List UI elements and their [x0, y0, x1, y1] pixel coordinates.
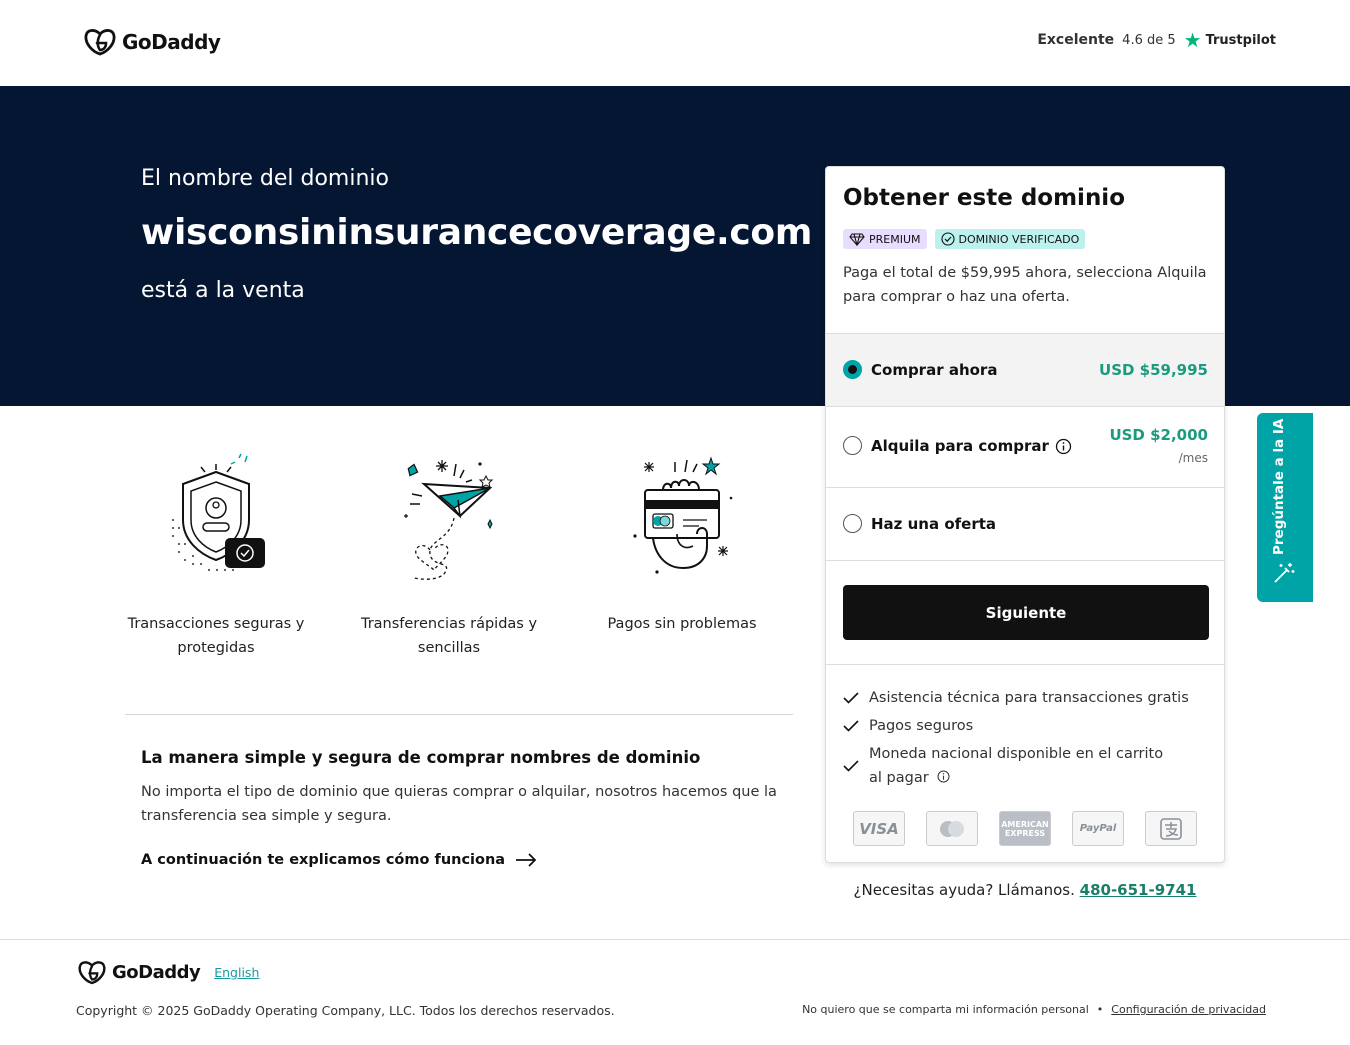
benefit-item: Pagos seguros	[843, 714, 973, 738]
radio-buy-now[interactable]	[843, 360, 862, 379]
hero-intro: El nombre del dominio	[141, 166, 389, 191]
ask-ai-tab[interactable]: Pregúntale a la IA	[1257, 413, 1313, 602]
option-make-offer[interactable]: Haz una oferta	[826, 487, 1224, 560]
option-rent-to-own[interactable]: Alquila para comprar USD $2,000 /mes	[826, 406, 1224, 487]
payment-methods: VISA AMERICAN EXPRESS PayPal	[853, 811, 1197, 846]
bullet-separator: •	[1096, 1003, 1104, 1016]
arrow-right-icon	[516, 853, 537, 867]
feature-fast: Transferencias rápidas y sencillas	[349, 450, 549, 660]
card-separator	[826, 560, 1224, 561]
purchase-card: Obtener este dominio PREMIUM DOMINIO VER…	[825, 166, 1225, 863]
site-header: GoDaddy Excelente 4.6 de 5 ★ Trustpilot	[0, 0, 1350, 86]
mastercard-icon	[926, 811, 978, 846]
card-hand-icon	[633, 456, 733, 574]
card-separator	[826, 664, 1224, 665]
visa-icon: VISA	[853, 811, 905, 846]
radio-make-offer[interactable]	[843, 514, 862, 533]
diamond-icon	[849, 232, 865, 246]
feature-caption: Pagos sin problemas	[607, 616, 757, 632]
trustpilot-star-icon: ★	[1183, 28, 1202, 52]
premium-label: PREMIUM	[869, 232, 921, 246]
option-label: Haz una oferta	[871, 515, 997, 533]
ask-ai-label: Pregúntale a la IA	[1271, 418, 1287, 555]
info-icon[interactable]	[1055, 438, 1072, 455]
card-description: Paga el total de $59,995 ahora, seleccio…	[843, 265, 1207, 305]
how-it-works-label: A continuación te explicamos cómo funcio…	[141, 852, 506, 868]
shield-icon	[172, 453, 265, 571]
trustpilot-rating[interactable]: Excelente 4.6 de 5 ★ Trustpilot	[1037, 30, 1276, 50]
godaddy-logo-icon	[84, 29, 116, 56]
help-text: ¿Necesitas ayuda? Llámanos.	[853, 881, 1075, 899]
card-title: Obtener este dominio	[843, 185, 1125, 211]
language-link[interactable]: English	[214, 965, 259, 980]
option-buy-now[interactable]: Comprar ahora USD $59,995	[826, 333, 1224, 406]
info-title: La manera simple y segura de comprar nom…	[141, 748, 701, 767]
footer-logo[interactable]: GoDaddy English	[78, 960, 259, 985]
feature-caption: Transferencias rápidas y sencillas	[360, 616, 538, 656]
site-footer: GoDaddy English Copyright © 2025 GoDaddy…	[0, 939, 1350, 1045]
benefit-item: Moneda nacional disponible en el carrito…	[843, 742, 1179, 790]
option-price: USD $2,000	[1109, 426, 1208, 444]
godaddy-logo[interactable]: GoDaddy	[84, 28, 221, 56]
help-line: ¿Necesitas ayuda? Llámanos. 480-651-9741	[825, 881, 1225, 899]
benefit-text: Asistencia técnica para transacciones gr…	[869, 690, 1189, 706]
rating-score: 4.6 de 5	[1122, 32, 1176, 48]
info-body: No importa el tipo de dominio que quiera…	[141, 784, 777, 824]
copyright: Copyright © 2025 GoDaddy Operating Compa…	[76, 1003, 615, 1018]
check-icon	[843, 760, 859, 772]
logo-text: GoDaddy	[112, 962, 201, 983]
check-icon	[843, 720, 859, 732]
badges: PREMIUM DOMINIO VERIFICADO	[843, 229, 1086, 249]
paper-plane-icon	[404, 460, 494, 580]
next-button[interactable]: Siguiente	[843, 585, 1209, 640]
feature-caption: Transacciones seguras y protegidas	[127, 616, 305, 656]
option-label-wrap: Alquila para comprar	[871, 437, 1072, 455]
benefit-item: Asistencia técnica para transacciones gr…	[843, 686, 1189, 710]
check-circle-icon	[940, 232, 955, 246]
benefit-text: Moneda nacional disponible en el carrito…	[869, 746, 1164, 786]
option-label: Alquila para comprar	[871, 437, 1049, 455]
check-icon	[843, 692, 859, 704]
how-it-works-link[interactable]: A continuación te explicamos cómo funcio…	[141, 852, 537, 868]
do-not-share-link[interactable]: No quiero que se comparta mi información…	[802, 1003, 1089, 1016]
option-price: USD $59,995	[1099, 361, 1208, 379]
magic-wand-icon	[1274, 563, 1295, 583]
paypal-icon: PayPal	[1072, 811, 1124, 846]
option-label: Comprar ahora	[871, 361, 998, 379]
help-phone-link[interactable]: 480-651-9741	[1080, 881, 1197, 899]
trustpilot-brand: Trustpilot	[1205, 32, 1276, 48]
option-price-unit: /mes	[1178, 451, 1208, 465]
verified-label: DOMINIO VERIFICADO	[958, 232, 1080, 246]
feature-secure: Transacciones seguras y protegidas	[116, 450, 316, 660]
radio-rent-to-own[interactable]	[843, 436, 862, 455]
privacy-links: No quiero que se comparta mi información…	[802, 1003, 1266, 1016]
info-icon[interactable]	[937, 770, 950, 783]
benefit-text: Pagos seguros	[869, 718, 974, 734]
rating-word: Excelente	[1037, 32, 1115, 48]
verified-badge: DOMINIO VERIFICADO	[934, 229, 1086, 249]
benefit-text-wrap: Moneda nacional disponible en el carrito…	[869, 742, 1179, 790]
premium-badge: PREMIUM	[843, 229, 927, 249]
godaddy-logo-icon	[78, 961, 106, 985]
logo-text: GoDaddy	[122, 30, 221, 54]
domain-name: wisconsininsurancecoverage.com	[141, 212, 813, 253]
section-divider	[125, 714, 793, 715]
feature-payments: Pagos sin problemas	[582, 450, 782, 636]
amex-icon: AMERICAN EXPRESS	[999, 811, 1051, 846]
privacy-settings-link[interactable]: Configuración de privacidad	[1111, 1003, 1266, 1016]
hero-for-sale: está a la venta	[141, 278, 305, 303]
alipay-icon	[1145, 811, 1197, 846]
